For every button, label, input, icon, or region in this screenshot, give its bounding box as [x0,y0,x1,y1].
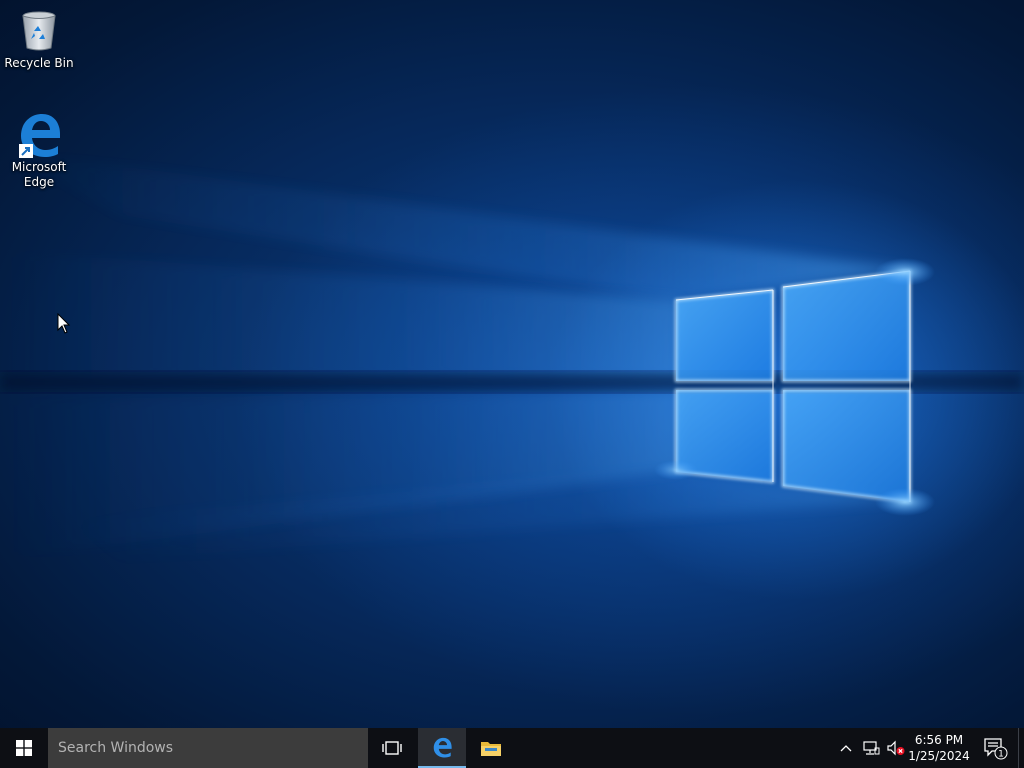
taskbar-app-edge[interactable] [418,728,466,768]
clock-date: 1/25/2024 [908,749,970,763]
action-center-button[interactable]: 1 [978,728,1012,768]
desktop-icon-label: Recycle Bin [4,56,74,70]
edge-icon [15,110,63,158]
desktop: Recycle Bin Microsoft Edge [0,0,1024,728]
wallpaper [0,150,1024,560]
start-button[interactable] [0,728,48,768]
show-hidden-icons-button[interactable] [836,728,856,768]
desktop-icon-label: Microsoft Edge [11,160,67,189]
clock-time: 6:56 PM [914,733,964,747]
notification-count: 1 [998,750,1004,760]
taskbar-clock[interactable]: 6:56 PM 1/25/2024 [908,728,970,768]
desktop-icon-recycle-bin[interactable]: Recycle Bin [2,6,76,71]
folder-icon [481,742,501,756]
windows-logo-icon [16,740,32,756]
volume-tray-button[interactable] [884,728,908,768]
network-tray-button[interactable] [859,728,883,768]
search-input[interactable] [56,739,360,757]
show-desktop-button[interactable] [1018,728,1024,768]
chevron-up-icon [840,745,852,752]
network-icon [863,741,880,755]
recycle-bin-icon [15,6,63,54]
edge-icon [433,737,452,758]
taskbar: 6:56 PM 1/25/2024 1 [0,728,1024,768]
task-view-button[interactable] [368,728,416,768]
volume-muted-icon [887,740,905,756]
task-view-icon [382,741,402,755]
taskbar-app-file-explorer[interactable] [467,728,515,768]
desktop-icon-microsoft-edge[interactable]: Microsoft Edge [2,110,76,190]
mouse-cursor-icon [57,313,71,334]
notifications-icon: 1 [984,738,1008,760]
search-box[interactable] [48,728,368,768]
